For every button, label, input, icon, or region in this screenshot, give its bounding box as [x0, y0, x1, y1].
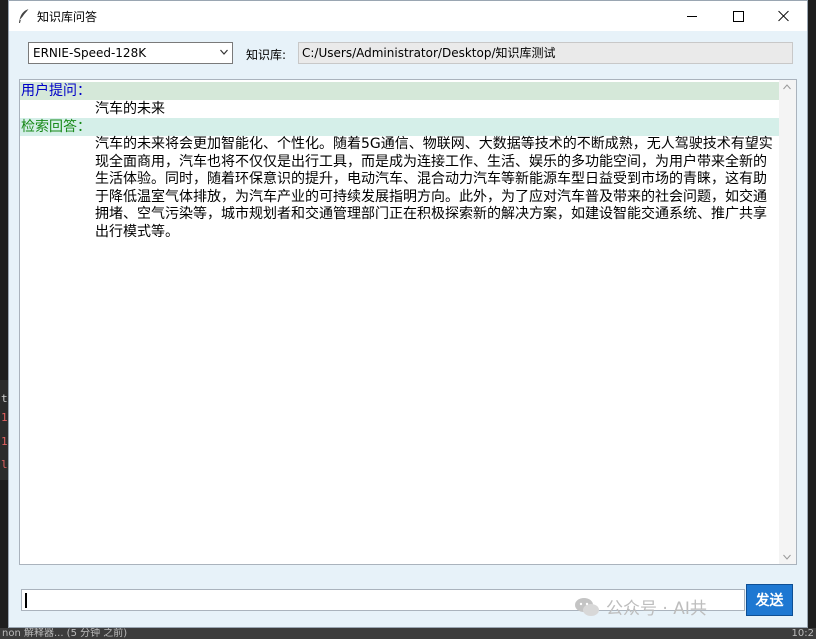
maximize-button[interactable]: [715, 1, 761, 31]
bg-char: l: [1, 458, 8, 471]
chevron-down-icon: [220, 49, 228, 55]
close-icon: [778, 10, 790, 22]
watermark-text: 公众号 · AI共: [606, 599, 707, 619]
answer-text: 汽车的未来将会更加智能化、个性化。随着5G通信、物联网、大数据等技术的不断成熟，…: [95, 136, 773, 240]
model-select-value: ERNIE-Speed-128K: [33, 46, 147, 60]
status-right-text: 10:2: [791, 628, 814, 639]
send-button[interactable]: 发送: [746, 584, 793, 616]
feather-icon: [19, 8, 30, 23]
user-question-label: 用户提问：: [21, 83, 91, 99]
background-statusbar: non 解释器... (5 分钟 之前) 10:2: [0, 628, 816, 639]
watermark: 公众号 · AI共: [574, 594, 707, 619]
maximize-icon: [732, 10, 744, 22]
text-caret: [25, 593, 27, 608]
chat-history[interactable]: 用户提问： 汽车的未来 检索回答： 汽车的未来将会更加智能化、个性化。随着5G通…: [19, 79, 797, 565]
minimize-button[interactable]: [669, 1, 715, 31]
answer-label-row: 检索回答：: [20, 118, 780, 136]
bg-char: t: [1, 392, 8, 405]
kb-path-field[interactable]: C:/Users/Administrator/Desktop/知识库测试: [298, 42, 793, 64]
title-bar[interactable]: 知识库问答: [9, 1, 807, 31]
answer-label: 检索回答：: [21, 119, 91, 135]
scroll-up-icon[interactable]: [783, 84, 791, 90]
minimize-icon: [687, 15, 697, 17]
chat-scrollbar[interactable]: [779, 80, 796, 564]
kb-label: 知识库:: [246, 48, 287, 62]
background-editor-gutter: t 1 1 l: [0, 380, 8, 480]
status-left-text: non 解释器... (5 分钟 之前): [2, 628, 128, 639]
scroll-down-icon[interactable]: [783, 554, 791, 560]
wechat-icon: [575, 597, 599, 616]
bg-char: 1: [1, 435, 8, 448]
user-label-row: 用户提问：: [20, 82, 780, 100]
app-window: 知识库问答 ERNIE-Speed-128K 知识库: C:/Users/Adm…: [8, 0, 808, 628]
model-select[interactable]: ERNIE-Speed-128K: [28, 42, 233, 64]
close-button[interactable]: [761, 1, 807, 31]
bg-char: 1: [1, 411, 8, 424]
user-question-text: 汽车的未来: [95, 101, 165, 117]
window-title: 知识库问答: [37, 10, 98, 24]
